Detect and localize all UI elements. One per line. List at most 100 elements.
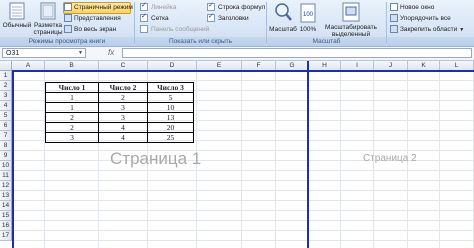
row-header[interactable]: 14 (0, 201, 12, 211)
grid-check-icon (140, 12, 148, 23)
select-all-corner[interactable] (0, 61, 12, 71)
table-row: 3 4 25 (45, 132, 194, 143)
new-window-icon (390, 3, 398, 12)
table-cell[interactable]: 3 (98, 112, 148, 123)
zoom-selection-icon (342, 2, 360, 22)
row-header[interactable]: 10 (0, 161, 12, 171)
page-2-watermark: Страница 2 (363, 153, 417, 164)
message-bar-check-icon (140, 25, 148, 34)
zoom-selection-label-1: Масштабировать (325, 24, 377, 31)
page-layout-button[interactable]: Разметка страницы (33, 2, 63, 36)
normal-view-button[interactable]: Обычный (2, 2, 32, 29)
message-bar-label: Панель сообщений (151, 26, 210, 33)
table-cell[interactable]: 2 (98, 92, 148, 103)
normal-view-label: Обычный (2, 22, 32, 29)
arrange-all-button[interactable]: Упорядочить все (390, 14, 451, 24)
table-cell[interactable]: 10 (147, 102, 194, 113)
grid-horizontal-line (12, 210, 474, 211)
svg-text:100: 100 (303, 12, 314, 18)
table-cell[interactable]: 1 (45, 102, 99, 113)
row-header[interactable]: 5 (0, 111, 12, 121)
chevron-down-icon: ▼ (459, 27, 465, 33)
arrange-all-label: Упорядочить все (400, 15, 451, 22)
grid-label: Сетка (151, 15, 169, 22)
formula-bar-check-icon (207, 1, 215, 12)
row-header[interactable]: 1 (0, 71, 12, 81)
table-cell[interactable]: 25 (147, 132, 194, 143)
new-window-button[interactable]: Новое окно (390, 3, 434, 13)
grid-horizontal-line (12, 180, 474, 181)
row-header[interactable]: 16 (0, 221, 12, 231)
row-header[interactable]: 13 (0, 191, 12, 201)
view-modes-group-label: Режимы просмотра книги (0, 37, 134, 46)
page-layout-label-1: Разметка (33, 22, 63, 29)
page-break-line-vertical[interactable] (307, 61, 309, 248)
row-header[interactable]: 7 (0, 131, 12, 141)
table-row: 2 4 20 (45, 122, 194, 133)
table-cell[interactable]: 4 (98, 132, 148, 143)
table-row: 125 (45, 92, 194, 103)
new-window-label: Новое окно (400, 4, 435, 11)
row-header[interactable]: 8 (0, 141, 12, 151)
table-cell[interactable]: 3 (98, 102, 148, 113)
row-header[interactable]: 9 (0, 151, 12, 161)
show-hide-group-label: Показать или скрыть (135, 37, 266, 46)
full-screen-button[interactable]: Во весь экран (64, 25, 116, 35)
formula-bar-label: Строка формул (218, 4, 266, 11)
freeze-panes-button[interactable]: Закрепить области ▼ (390, 25, 464, 35)
page-layout-label-2: страницы (33, 29, 63, 36)
window-group-label (387, 37, 474, 46)
row-header[interactable]: 15 (0, 211, 12, 221)
table-cell[interactable]: 2 (45, 112, 99, 123)
grid-horizontal-line (12, 200, 474, 201)
table-header-row: Число 1 Число 2 Число 3 (45, 82, 194, 93)
page-break-line[interactable] (12, 70, 474, 72)
name-box-dropdown-icon[interactable]: ▼ (78, 50, 83, 56)
normal-view-icon (9, 2, 25, 20)
table-cell[interactable]: 1 (45, 92, 99, 103)
row-header[interactable]: 6 (0, 121, 12, 131)
page-layout-icon (40, 2, 56, 20)
full-screen-label: Во весь экран (74, 26, 117, 33)
custom-views-button[interactable]: Представления (64, 14, 121, 24)
custom-views-label: Представления (74, 15, 121, 22)
table-cell[interactable]: 5 (147, 92, 194, 103)
grid-horizontal-line (12, 80, 474, 81)
row-header[interactable]: 4 (0, 101, 12, 111)
table-header-cell[interactable]: Число 1 (45, 82, 99, 93)
message-bar-checkbox[interactable]: Панель сообщений (140, 25, 209, 35)
fx-icon[interactable]: fx (108, 48, 114, 57)
grid-checkbox[interactable]: Сетка (140, 12, 169, 24)
headings-checkbox[interactable]: Заголовки (207, 12, 249, 24)
table-cell[interactable]: 20 (147, 122, 194, 133)
zoom-100-icon: 100 (300, 3, 316, 23)
row-header[interactable]: 17 (0, 231, 12, 241)
row-header[interactable]: 11 (0, 171, 12, 181)
formula-bar-checkbox[interactable]: Строка формул (207, 1, 266, 13)
table-cell[interactable]: 4 (98, 122, 148, 133)
freeze-panes-icon (390, 25, 398, 34)
row-header[interactable]: 12 (0, 181, 12, 191)
zoom-group-label: Масштаб (267, 37, 386, 46)
grid-horizontal-line (12, 240, 474, 241)
headings-check-icon (207, 12, 215, 23)
grid-horizontal-line (12, 190, 474, 191)
row-header[interactable]: 2 (0, 81, 12, 91)
table-cell[interactable]: 3 (45, 132, 99, 143)
name-box[interactable]: O31 (2, 48, 86, 58)
custom-views-icon (64, 14, 72, 23)
zoom-100-button[interactable]: 100 100% (298, 2, 318, 33)
page-break-line[interactable] (12, 70, 14, 248)
table-row: 2 3 13 (45, 112, 194, 123)
freeze-panes-label: Закрепить области (400, 26, 458, 33)
formula-input[interactable] (122, 48, 472, 58)
zoom-button[interactable]: Масштаб (268, 2, 298, 33)
table-cell[interactable]: 13 (147, 112, 194, 123)
table-header-cell[interactable]: Число 3 (147, 82, 194, 93)
page-break-preview-button[interactable]: Страничный режим (63, 2, 133, 14)
table-cell[interactable]: 2 (45, 122, 99, 133)
grid-horizontal-line (12, 150, 474, 151)
table-header-cell[interactable]: Число 2 (98, 82, 148, 93)
row-header[interactable]: 3 (0, 91, 12, 101)
grid-horizontal-line (12, 230, 474, 231)
